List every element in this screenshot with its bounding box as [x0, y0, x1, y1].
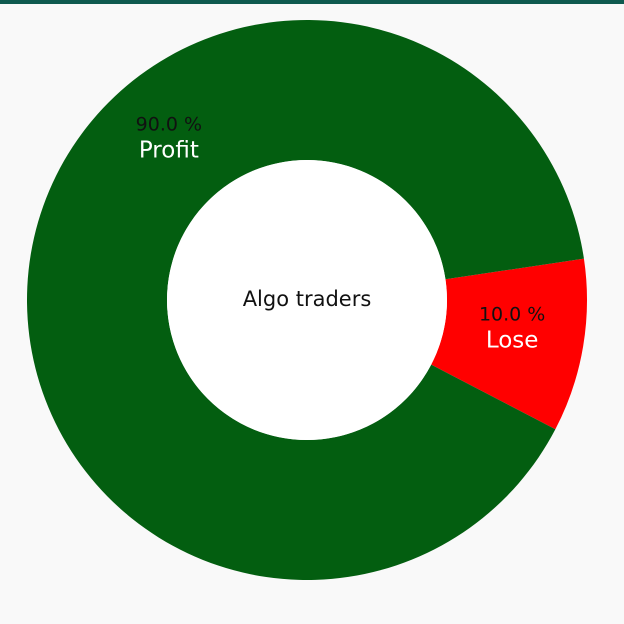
slice-lose-name-label: Lose: [486, 327, 539, 353]
donut-chart: Algo traders 10.0 % Lose 90.0 % Profit: [0, 0, 624, 620]
donut-chart-svg: Algo traders 10.0 %Lose 90.0 %Profit: [27, 20, 587, 581]
center-label: Algo traders: [243, 287, 372, 311]
slice-profit-percent-label: 90.0 %: [136, 114, 202, 136]
slice-lose-percent-label: 10.0 %: [479, 303, 545, 325]
slice-profit-name-label: Profit: [139, 138, 199, 164]
